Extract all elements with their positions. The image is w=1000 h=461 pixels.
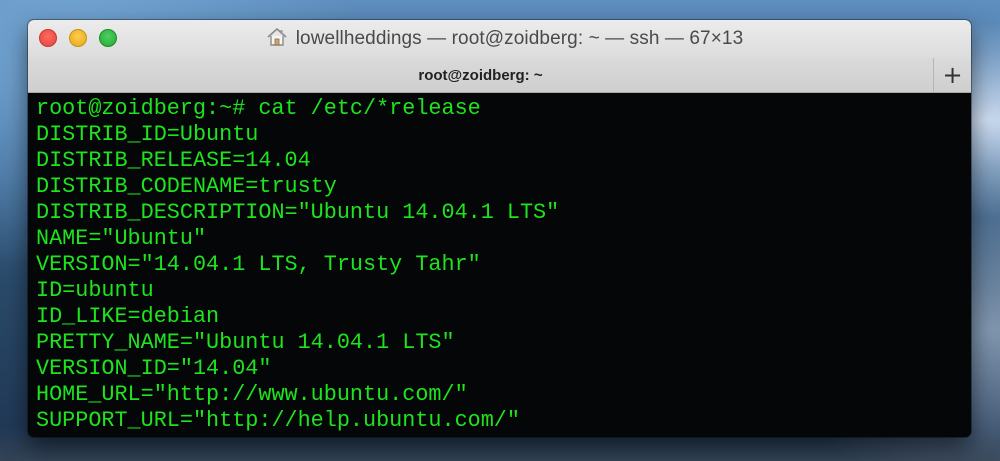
terminal-line: DISTRIB_CODENAME=trusty: [36, 174, 337, 199]
terminal-line: DISTRIB_ID=Ubuntu: [36, 122, 259, 147]
title-bar[interactable]: lowellheddings — root@zoidberg: ~ — ssh …: [28, 20, 971, 59]
new-tab-button[interactable]: +: [934, 58, 971, 92]
window-title-group: lowellheddings — root@zoidberg: ~ — ssh …: [28, 20, 971, 58]
terminal-line: ID=ubuntu: [36, 278, 154, 303]
terminal-window: lowellheddings — root@zoidberg: ~ — ssh …: [28, 20, 971, 437]
window-title: lowellheddings — root@zoidberg: ~ — ssh …: [295, 28, 744, 49]
tab-root-zoidberg[interactable]: root@zoidberg: ~: [28, 58, 934, 92]
zoom-button[interactable]: [99, 29, 117, 47]
terminal-line: root@zoidberg:~# cat /etc/*release: [36, 96, 481, 121]
terminal-line: DISTRIB_RELEASE=14.04: [36, 148, 311, 173]
close-icon: [40, 30, 56, 46]
tab-label: root@zoidberg: ~: [418, 66, 543, 84]
terminal-line: VERSION_ID="14.04": [36, 356, 272, 381]
plus-icon: +: [942, 61, 963, 89]
home-icon: [266, 27, 288, 51]
terminal-line: PRETTY_NAME="Ubuntu 14.04.1 LTS": [36, 330, 455, 355]
tab-bar: root@zoidberg: ~ +: [28, 58, 971, 93]
terminal-line: NAME="Ubuntu": [36, 226, 207, 251]
terminal-output[interactable]: root@zoidberg:~# cat /etc/*release DISTR…: [28, 93, 971, 437]
minimize-button[interactable]: [69, 29, 87, 47]
terminal-line: SUPPORT_URL="http://help.ubuntu.com/": [36, 408, 520, 433]
terminal-line: VERSION="14.04.1 LTS, Trusty Tahr": [36, 252, 481, 277]
terminal-line: ID_LIKE=debian: [36, 304, 220, 329]
terminal-line: HOME_URL="http://www.ubuntu.com/": [36, 382, 468, 407]
close-button[interactable]: [39, 29, 57, 47]
terminal-line: DISTRIB_DESCRIPTION="Ubuntu 14.04.1 LTS": [36, 200, 560, 225]
